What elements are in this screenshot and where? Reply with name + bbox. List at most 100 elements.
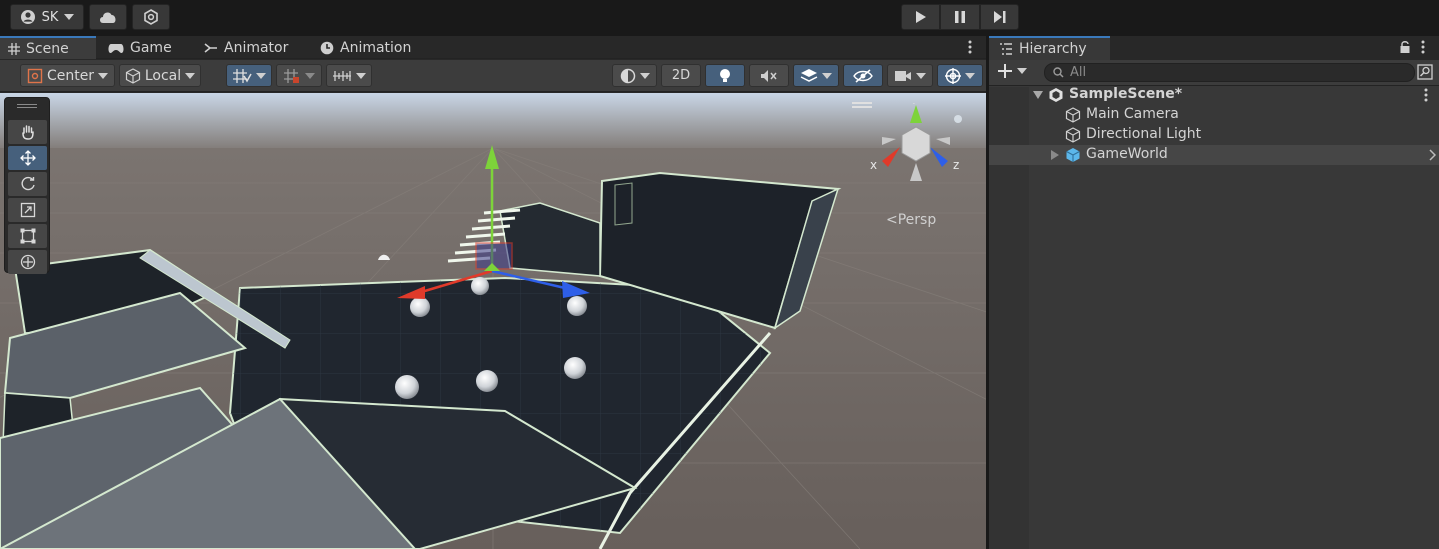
account-label: SK (41, 9, 59, 25)
gameobject-icon (1065, 107, 1081, 123)
cloud-button[interactable] (89, 4, 127, 30)
hierarchy-tab-bar: Hierarchy (989, 36, 1439, 60)
effects-dropdown[interactable] (793, 64, 839, 87)
chevron-down-icon (256, 72, 266, 79)
pivot-rotation-label: Local (144, 67, 182, 84)
rotate-icon (21, 176, 35, 191)
pause-button[interactable] (940, 4, 980, 30)
persp-icon: < (886, 212, 898, 228)
tab-scene-label: Scene (26, 40, 69, 57)
hierarchy-tab-label: Hierarchy (1019, 41, 1087, 57)
hand-icon (21, 125, 34, 140)
search-by-type-icon[interactable] (1417, 64, 1433, 84)
collab-icon (144, 9, 158, 25)
orientation-gizmo[interactable]: y x z (866, 103, 966, 193)
tab-game-label: Game (130, 39, 172, 56)
scale-tool-button[interactable] (8, 198, 47, 222)
hierarchy-panel: Hierarchy All SampleScene* Main Camera D… (989, 36, 1439, 549)
tab-animation[interactable]: Animation (312, 36, 432, 59)
grid-snapping-button[interactable] (226, 64, 272, 87)
palette-drag-handle[interactable] (17, 104, 37, 108)
scene-tab-bar: Scene Game Animator Animation (0, 36, 986, 59)
account-dropdown[interactable]: SK (10, 4, 84, 30)
animator-icon (204, 42, 217, 53)
chevron-down-icon (965, 72, 975, 79)
tab-game[interactable]: Game (100, 36, 190, 59)
move-arrows-icon (19, 150, 36, 166)
chevron-down-icon (639, 72, 650, 79)
pivot-mode-label: Center (46, 67, 95, 84)
more-options-icon[interactable] (963, 39, 977, 55)
tree-row-scene[interactable]: SampleScene* (989, 85, 1439, 105)
pivot-rotation-dropdown[interactable]: Local (119, 64, 201, 87)
pivot-mode-dropdown[interactable]: Center (20, 64, 115, 87)
draw-mode-dropdown[interactable] (612, 64, 657, 87)
tab-animator[interactable]: Animator (196, 36, 306, 59)
toggle-2d-label: 2D (671, 68, 691, 83)
camera-settings-dropdown[interactable] (887, 64, 933, 87)
scene-toolbar: Center Local 2D (0, 60, 986, 92)
prefab-icon (1066, 148, 1080, 162)
increment-snap-button[interactable] (276, 64, 322, 87)
hierarchy-search-input[interactable]: All (1044, 63, 1415, 82)
hierarchy-list-icon (1000, 43, 1012, 55)
scene-name-label: SampleScene* (1069, 86, 1183, 102)
ruler-snap-button[interactable] (326, 64, 372, 87)
view-tool-button[interactable] (8, 120, 47, 144)
local-cube-icon (125, 67, 140, 84)
chevron-down-icon (64, 14, 75, 20)
scene-panel: Scene Game Animator Animation Center Loc… (0, 36, 986, 549)
more-options-icon[interactable] (1421, 40, 1425, 58)
collab-button[interactable] (132, 4, 170, 30)
projection-toggle[interactable]: <Persp (886, 212, 936, 228)
unity-scene-icon (1049, 88, 1063, 102)
rect-transform-icon (20, 228, 35, 244)
chevron-down-icon (98, 72, 109, 79)
gameobject-icon (1065, 127, 1081, 143)
grid-icon (8, 42, 20, 55)
chevron-down-icon (916, 72, 926, 79)
step-button[interactable] (980, 4, 1019, 30)
hidden-eye-icon (853, 68, 873, 83)
scale-icon (20, 202, 35, 218)
pivot-icon (27, 68, 43, 83)
ruler-icon (333, 70, 351, 81)
lighting-toggle[interactable] (705, 64, 745, 87)
tree-row-gameworld[interactable]: GameWorld (989, 145, 1439, 165)
lock-icon[interactable] (1399, 40, 1411, 58)
gizmo-globe-icon (945, 67, 961, 84)
add-object-button[interactable] (997, 63, 1027, 79)
pause-icon (955, 11, 965, 23)
transform-tool-button[interactable] (8, 250, 47, 274)
audio-toggle[interactable] (749, 64, 789, 87)
step-icon (993, 11, 1005, 23)
main-toolbar: SK (0, 0, 1439, 34)
tree-row-directional-light[interactable]: Directional Light (989, 125, 1439, 145)
audio-mute-icon (761, 69, 777, 82)
tab-scene[interactable]: Scene (0, 36, 96, 59)
clock-icon (320, 41, 334, 54)
tab-animator-label: Animator (224, 39, 289, 56)
gizmos-dropdown[interactable] (937, 64, 983, 87)
scene-viewport[interactable]: y x z <Persp (0, 93, 986, 549)
search-placeholder: All (1070, 65, 1087, 80)
move-tool-button[interactable] (8, 146, 47, 170)
rect-tool-button[interactable] (8, 224, 47, 248)
shaded-sphere-icon (620, 68, 635, 83)
visibility-toggle[interactable] (843, 64, 883, 87)
tab-animation-label: Animation (340, 39, 412, 56)
cloud-icon (100, 12, 116, 23)
tab-hierarchy[interactable]: Hierarchy (989, 36, 1110, 60)
tree-row-main-camera[interactable]: Main Camera (989, 105, 1439, 125)
tree-item-label: Directional Light (1086, 126, 1202, 142)
more-options-icon[interactable] (1424, 88, 1428, 102)
play-icon (915, 11, 926, 23)
tool-palette (4, 97, 50, 274)
chevron-right-icon[interactable] (1429, 149, 1436, 161)
camera-icon (895, 70, 911, 81)
rotate-tool-button[interactable] (8, 172, 47, 196)
toggle-2d-button[interactable]: 2D (661, 64, 701, 87)
scene-render (0, 93, 986, 549)
play-button[interactable] (901, 4, 940, 30)
plus-icon (998, 64, 1012, 78)
